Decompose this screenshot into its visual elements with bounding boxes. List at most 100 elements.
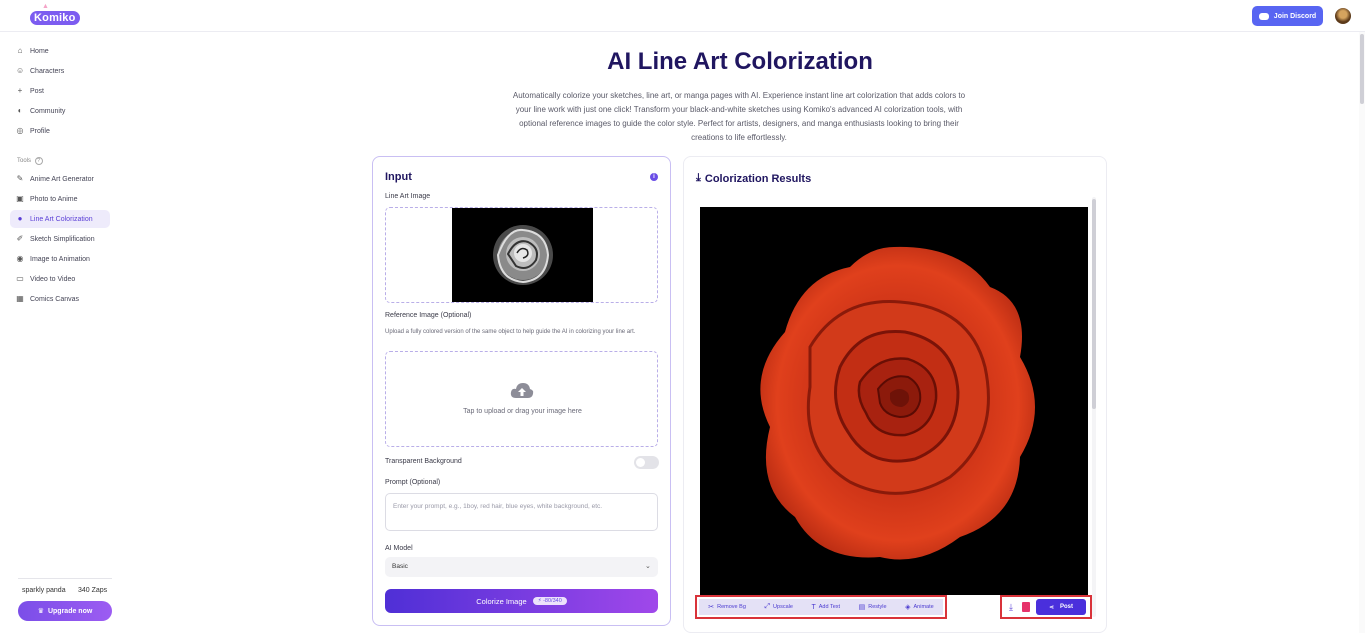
sidebar-item-anime-art-generator[interactable]: ✎ Anime Art Generator bbox=[10, 170, 100, 188]
crown-icon: ▲ bbox=[42, 3, 49, 10]
restyle-icon: ▤ bbox=[858, 604, 866, 611]
add-text-label: Add Text bbox=[818, 604, 841, 610]
play-icon: ◉ bbox=[16, 254, 24, 263]
page-scrollbar-track[interactable] bbox=[1359, 32, 1365, 633]
reference-label: Reference Image (Optional) bbox=[385, 312, 472, 319]
results-scrollbar-thumb[interactable] bbox=[1092, 199, 1096, 409]
profile-icon: ◎ bbox=[16, 126, 24, 135]
sidebar-item-label: Post bbox=[30, 87, 45, 95]
sidebar: ⌂ Home ☺ Characters + Post ◐ Community ◎… bbox=[0, 32, 120, 633]
sidebar-item-label: Community bbox=[30, 107, 66, 115]
plus-icon: + bbox=[17, 86, 23, 95]
join-discord-button[interactable]: Join Discord bbox=[1252, 6, 1323, 26]
top-bar: ▲ Komiko Join Discord bbox=[0, 0, 1365, 32]
sketch-icon: ✐ bbox=[16, 234, 24, 243]
discord-icon bbox=[1258, 12, 1269, 20]
sidebar-item-label: Comics Canvas bbox=[30, 295, 80, 303]
animate-button[interactable]: ◈ Animate bbox=[905, 603, 934, 611]
reference-dropzone[interactable]: Tap to upload or drag your image here bbox=[385, 351, 658, 447]
sidebar-item-comics-canvas[interactable]: ▦ Comics Canvas bbox=[10, 290, 85, 308]
colorized-result-image[interactable] bbox=[700, 207, 1088, 595]
chevron-down-icon: ⌄ bbox=[645, 563, 651, 570]
sidebar-item-post[interactable]: + Post bbox=[10, 82, 50, 100]
join-discord-label: Join Discord bbox=[1273, 12, 1317, 20]
sidebar-item-profile[interactable]: ◎ Profile bbox=[10, 122, 56, 140]
post-label: Post bbox=[1060, 604, 1074, 610]
page-title: AI Line Art Colorization bbox=[607, 48, 873, 75]
sidebar-item-label: Photo to Anime bbox=[30, 195, 78, 203]
model-select[interactable]: Basic ⌄ bbox=[385, 557, 658, 577]
results-panel: ⤓ Colorization Results ✂ Remove Bg ⤢ Ups… bbox=[683, 156, 1107, 633]
results-title: Colorization Results bbox=[704, 172, 812, 185]
post-button[interactable]: ⋖ Post bbox=[1036, 599, 1086, 615]
upscale-label: Upscale bbox=[773, 604, 793, 610]
upgrade-label: Upgrade now bbox=[47, 607, 93, 615]
community-icon: ◐ bbox=[17, 106, 23, 115]
grid-icon: ▦ bbox=[16, 294, 24, 303]
palette-icon: ● bbox=[17, 214, 23, 223]
download-icon: ⤓ bbox=[696, 172, 701, 184]
prompt-input[interactable]: Enter your prompt, e.g., 1boy, red hair,… bbox=[385, 493, 658, 531]
tools-label: Tools bbox=[17, 158, 32, 164]
share-icon: ⋖ bbox=[1048, 604, 1054, 611]
sidebar-item-sketch-simplification[interactable]: ✐ Sketch Simplification bbox=[10, 230, 101, 248]
input-title: Input bbox=[385, 171, 412, 183]
scissors-icon: ✂ bbox=[708, 604, 715, 611]
sidebar-item-label: Profile bbox=[30, 127, 50, 135]
prompt-label: Prompt (Optional) bbox=[385, 479, 441, 486]
user-name: sparkly panda bbox=[22, 587, 66, 594]
edit-actions-toolbar: ✂ Remove Bg ⤢ Upscale T Add Text ▤ Resty… bbox=[699, 599, 943, 615]
animate-icon: ◈ bbox=[905, 604, 911, 611]
restyle-button[interactable]: ▤ Restyle bbox=[859, 603, 887, 611]
user-avatar[interactable] bbox=[1335, 8, 1351, 24]
download-icon[interactable]: ⤓ bbox=[1006, 602, 1016, 612]
remove-bg-button[interactable]: ✂ Remove Bg bbox=[708, 603, 746, 611]
text-icon: T bbox=[811, 603, 816, 611]
sidebar-item-image-to-animation[interactable]: ◉ Image to Animation bbox=[10, 250, 96, 268]
photo-icon: ▣ bbox=[16, 194, 24, 203]
komiko-logo[interactable]: ▲ Komiko bbox=[28, 3, 80, 27]
logo-text: Komiko bbox=[30, 11, 80, 25]
sidebar-item-community[interactable]: ◐ Community bbox=[10, 102, 71, 120]
line-art-dropzone[interactable] bbox=[385, 207, 658, 303]
edit-actions-highlight: ✂ Remove Bg ⤢ Upscale T Add Text ▤ Resty… bbox=[695, 595, 947, 619]
red-rose-image bbox=[760, 246, 1035, 560]
zap-cost-badge: ⚡ -80/340 bbox=[532, 597, 567, 605]
cloud-upload-icon bbox=[510, 383, 534, 398]
sidebar-item-photo-to-anime[interactable]: ▣ Photo to Anime bbox=[10, 190, 83, 208]
results-heading: ⤓ Colorization Results bbox=[696, 172, 811, 185]
upgrade-button[interactable]: ♛ Upgrade now bbox=[18, 601, 112, 621]
remove-bg-label: Remove Bg bbox=[717, 604, 746, 610]
upscale-button[interactable]: ⤢ Upscale bbox=[764, 603, 792, 611]
model-label: AI Model bbox=[385, 545, 413, 552]
crown-icon: ♛ bbox=[37, 608, 44, 615]
help-icon[interactable]: ? bbox=[34, 157, 43, 165]
sidebar-divider bbox=[18, 578, 112, 579]
colorize-button[interactable]: Colorize Image ⚡ -80/340 bbox=[385, 589, 658, 613]
tools-heading: Tools ? bbox=[17, 157, 43, 165]
toggle-knob bbox=[636, 458, 645, 467]
sidebar-item-video-to-video[interactable]: ▭ Video to Video bbox=[10, 270, 81, 288]
transparent-bg-label: Transparent Background bbox=[385, 458, 462, 465]
animate-label: Animate bbox=[913, 604, 934, 610]
input-panel: Input i Line Art Image Reference Image (… bbox=[372, 156, 671, 626]
upload-hint: Tap to upload or drag your image here bbox=[463, 408, 582, 415]
info-icon[interactable]: i bbox=[650, 173, 658, 181]
rose-sketch-image bbox=[492, 225, 553, 285]
trash-icon[interactable] bbox=[1022, 602, 1030, 612]
transparent-bg-toggle[interactable] bbox=[634, 456, 659, 469]
sidebar-item-label: Sketch Simplification bbox=[30, 235, 95, 243]
wand-icon: ✎ bbox=[16, 174, 24, 183]
expand-icon: ⤢ bbox=[764, 603, 771, 610]
zaps-count: 340 Zaps bbox=[78, 587, 108, 594]
add-text-button[interactable]: T Add Text bbox=[811, 604, 840, 611]
restyle-label: Restyle bbox=[868, 604, 887, 610]
share-actions-highlight: ⤓ ⋖ Post bbox=[1000, 595, 1092, 619]
line-art-label: Line Art Image bbox=[385, 193, 431, 200]
sidebar-item-label: Image to Animation bbox=[30, 255, 90, 263]
cost-value: -80/340 bbox=[543, 598, 562, 604]
sidebar-item-label: Line Art Colorization bbox=[30, 215, 93, 223]
sidebar-item-line-art-colorization[interactable]: ● Line Art Colorization bbox=[10, 210, 110, 228]
colorize-label: Colorize Image bbox=[476, 596, 527, 606]
sidebar-item-label: Video to Video bbox=[30, 275, 76, 283]
